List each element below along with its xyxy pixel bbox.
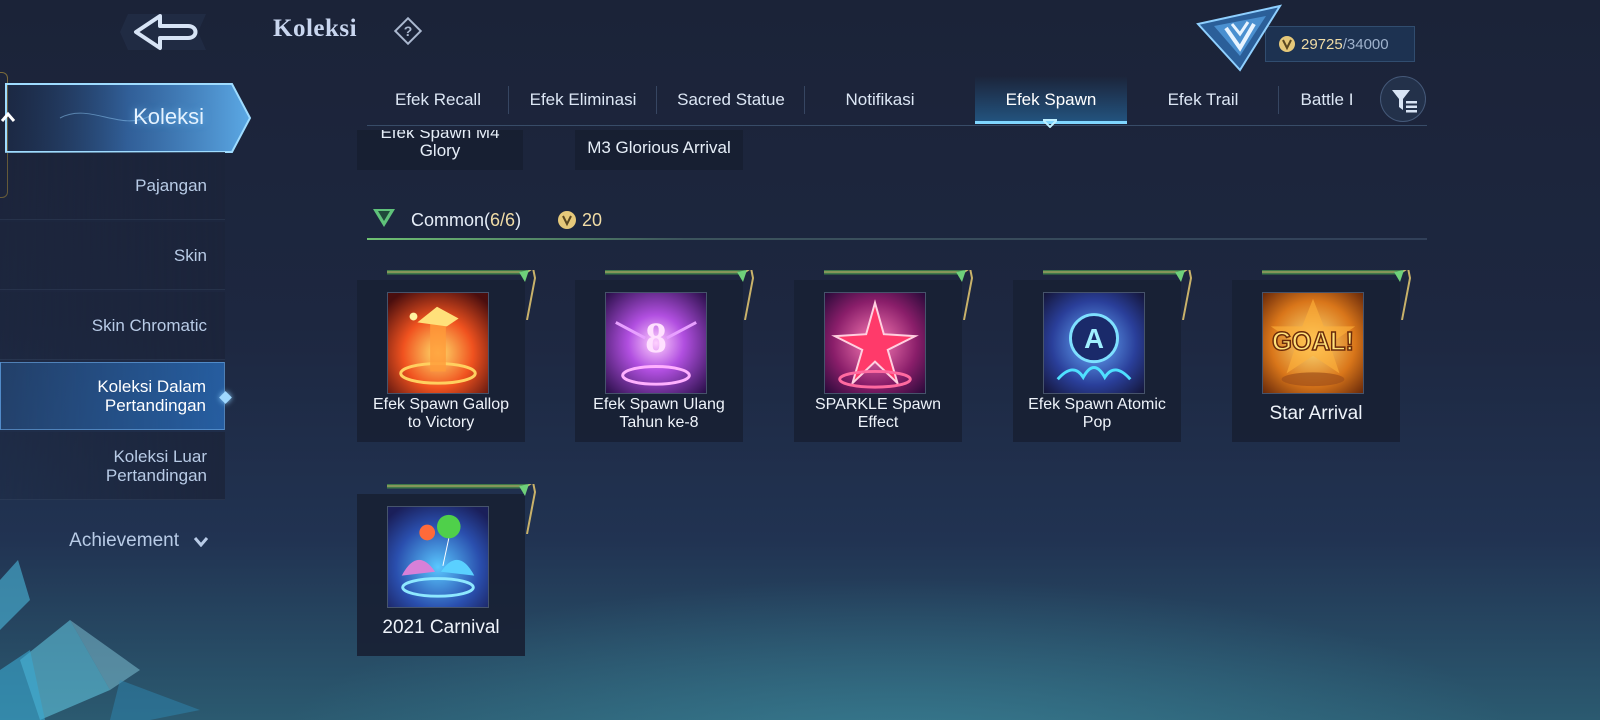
sidebar: Koleksi Pajangan Skin Skin Chromatic Kol… — [0, 0, 252, 720]
effect-thumbnail — [824, 292, 926, 394]
sidebar-item-label: Koleksi Dalam Pertandingan — [97, 377, 206, 415]
card-name-line-2: Pop — [1082, 414, 1112, 431]
tab-efek-spawn[interactable]: Efek Spawn — [975, 76, 1127, 124]
card-name: SPARKLE Spawn Effect — [796, 396, 960, 432]
selected-indicator — [219, 391, 232, 404]
partial-card-m4-glory[interactable]: Efek Spawn M4 Glory — [357, 130, 523, 170]
collection-points: 29725/34000 — [1265, 26, 1415, 62]
sidebar-koleksi-header[interactable]: Koleksi — [0, 82, 252, 154]
sidebar-item-label: Koleksi Luar Pertandingan — [106, 447, 207, 485]
sidebar-item-koleksi-luar-pertandingan[interactable]: Koleksi Luar Pertandingan — [0, 432, 225, 500]
category-tabs: Efek Recall Efek Eliminasi Sacred Statue… — [367, 76, 1427, 126]
tab-efek-recall[interactable]: Efek Recall — [367, 76, 509, 124]
card-name-line-2: Tahun ke-8 — [619, 414, 699, 431]
points-max: 34000 — [1346, 35, 1389, 53]
card-name-line-1: Efek Spawn Atomic — [1028, 396, 1166, 413]
section-count-close: ) — [515, 210, 522, 230]
rank-emblem-icon — [1196, 4, 1282, 72]
chevron-up-icon — [0, 111, 16, 122]
effect-thumbnail: 8 — [605, 292, 707, 394]
question-diamond-icon[interactable]: ? — [392, 15, 424, 47]
effect-thumbnail — [387, 506, 489, 608]
card-name-line-1: Efek Spawn Gallop — [372, 396, 510, 413]
effect-thumbnail — [387, 292, 489, 394]
section-divider — [367, 238, 1427, 240]
card-name-line-1: SPARKLE Spawn — [815, 396, 941, 413]
sidebar-item-label: Pajangan — [135, 175, 207, 195]
tab-label: Battle I — [1300, 90, 1354, 109]
svg-text:GOAL!: GOAL! — [1272, 328, 1354, 356]
tab-label: Notifikasi — [845, 90, 915, 109]
sidebar-item-label: Skin Chromatic — [91, 315, 207, 335]
section-title: Common(6/6) — [411, 210, 521, 231]
item-card[interactable]: Efek Spawn Gallop to Victory — [357, 270, 537, 442]
sidebar-item-koleksi-dalam-pertandingan[interactable]: Koleksi Dalam Pertandingan — [0, 362, 232, 430]
sidebar-item-skin-chromatic[interactable]: Skin Chromatic — [0, 292, 225, 360]
card-name-line-2: to Victory — [407, 414, 475, 431]
item-card[interactable]: SPARKLE Spawn Effect — [794, 270, 974, 442]
sidebar-achievement[interactable]: Achievement — [0, 523, 225, 559]
card-name: Efek Spawn Ulang Tahun ke-8 — [577, 396, 741, 432]
active-banner — [5, 83, 252, 153]
sidebar-item-skin[interactable]: Skin — [0, 222, 225, 290]
tab-sacred-statue[interactable]: Sacred Statue — [657, 76, 805, 124]
tab-label: Efek Trail — [1167, 90, 1239, 109]
filter-button[interactable] — [1380, 76, 1426, 122]
item-card[interactable]: 8 Efek Spawn Ulang Tahun ke-8 — [575, 270, 755, 442]
green-gem-icon — [373, 209, 395, 227]
collection-point-coin-icon — [558, 211, 576, 229]
partial-card-m3-glorious-arrival[interactable]: M3 Glorious Arrival — [575, 130, 743, 170]
effect-thumbnail: GOAL! — [1262, 292, 1364, 394]
filter-icon — [1392, 90, 1417, 113]
sidebar-item-pajangan[interactable]: Pajangan — [0, 152, 225, 220]
item-card[interactable]: 2021 Carnival — [357, 484, 537, 656]
effect-thumbnail: A — [1043, 292, 1145, 394]
tab-efek-trail[interactable]: Efek Trail — [1127, 76, 1279, 124]
section-common-header: Common(6/6) 20 — [367, 205, 1427, 241]
back-arrow-icon[interactable] — [118, 6, 216, 58]
svg-text:?: ? — [404, 23, 413, 39]
tab-label: Efek Eliminasi — [529, 90, 637, 109]
item-card[interactable]: GOAL! Star Arrival — [1232, 270, 1412, 442]
svg-text:8: 8 — [645, 315, 667, 362]
chevron-down-icon — [193, 537, 209, 547]
tab-label: Sacred Statue — [677, 90, 785, 109]
card-name-line-2: Glory — [419, 141, 461, 160]
label-line-1: Koleksi Luar — [113, 446, 207, 466]
sidebar-item-label: Skin — [173, 245, 207, 265]
sidebar-achievement-label: Achievement — [69, 530, 179, 551]
tab-efek-eliminasi[interactable]: Efek Eliminasi — [509, 76, 657, 124]
tab-notifikasi[interactable]: Notifikasi — [805, 76, 955, 124]
card-name-line-2: Effect — [857, 414, 899, 431]
svg-text:A: A — [1084, 323, 1104, 354]
card-name-line-1: Efek Spawn Ulang — [593, 396, 725, 413]
section-count: 6/6 — [490, 210, 516, 230]
points-current: 29725 — [1301, 35, 1343, 53]
section-name: Common — [411, 210, 485, 230]
page-title: Koleksi — [273, 15, 358, 42]
card-name: Efek Spawn Gallop to Victory — [359, 396, 523, 432]
card-name: 2021 Carnival — [382, 617, 500, 638]
tab-battle[interactable]: Battle I — [1279, 76, 1375, 124]
item-card[interactable]: A Efek Spawn Atomic Pop — [1013, 270, 1193, 442]
label-line-1: Koleksi Dalam — [97, 377, 206, 396]
sidebar-koleksi-label: Koleksi — [133, 104, 204, 129]
active-tab-caret-icon — [1043, 119, 1057, 128]
label-line-2: Pertandingan — [105, 465, 207, 485]
section-points: 20 — [582, 210, 603, 230]
card-name: Star Arrival — [1269, 403, 1363, 424]
tab-label: Efek Recall — [395, 90, 481, 109]
tab-label: Efek Spawn — [1005, 90, 1097, 109]
card-name: M3 Glorious Arrival — [587, 138, 731, 157]
label-line-2: Pertandingan — [104, 396, 206, 415]
card-name: Efek Spawn Atomic Pop — [1015, 396, 1179, 432]
